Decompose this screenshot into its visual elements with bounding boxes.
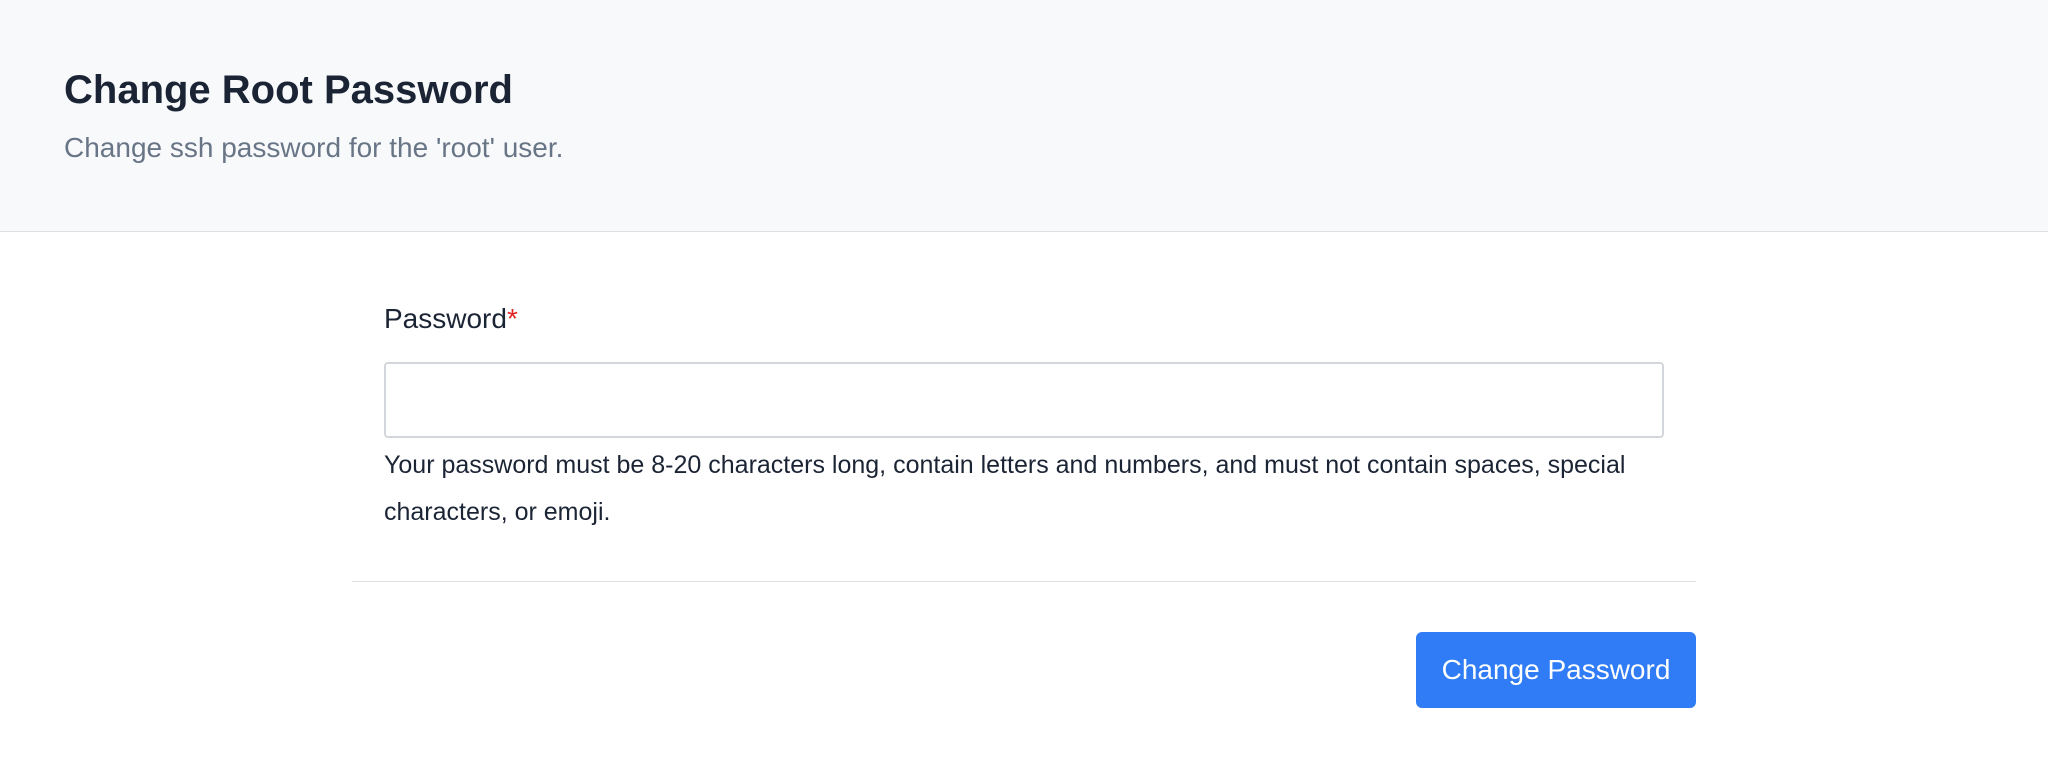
change-password-button[interactable]: Change Password [1416, 632, 1696, 708]
page-subtitle: Change ssh password for the 'root' user. [64, 132, 564, 163]
password-label-text: Password [384, 303, 507, 334]
change-password-form: Password* Your password must be 8-20 cha… [352, 232, 1696, 772]
page-header: Change Root Password Change ssh password… [0, 0, 2048, 232]
password-input[interactable] [384, 362, 1664, 438]
password-help-text: Your password must be 8-20 characters lo… [384, 451, 1626, 526]
page: Change Root Password Change ssh password… [0, 0, 2048, 772]
password-label: Password* [384, 302, 518, 336]
form-divider [352, 581, 1696, 582]
required-mark: * [506, 303, 518, 334]
page-title: Change Root Password [64, 68, 513, 112]
